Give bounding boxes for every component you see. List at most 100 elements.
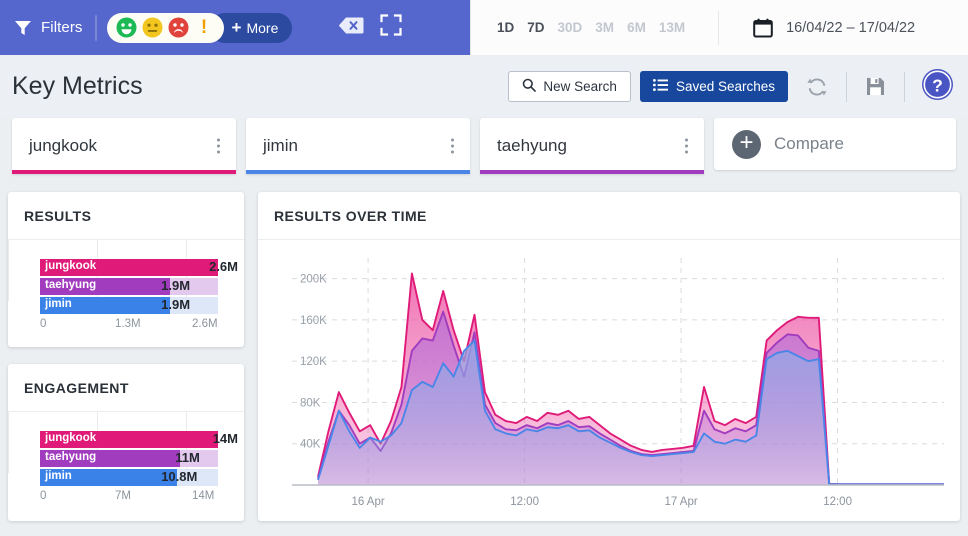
new-search-button[interactable]: New Search — [508, 71, 631, 102]
bar-row: jimin 1.9M — [40, 297, 244, 314]
bar-gridline — [8, 240, 9, 301]
calendar-icon — [753, 18, 773, 38]
bar-gridline — [8, 412, 9, 473]
range-7d[interactable]: 7D — [527, 20, 544, 35]
kebab-menu-icon[interactable] — [451, 138, 454, 154]
sentiment-filter-pill: ! — [106, 12, 224, 43]
bar-category-label: jimin — [45, 298, 72, 310]
range-6m[interactable]: 6M — [627, 20, 646, 35]
bar-axis-tick: 14M — [192, 490, 215, 502]
topbar-icon-group — [338, 14, 402, 41]
term-color-underline — [12, 170, 236, 174]
bar-value-label: 1.9M — [161, 297, 191, 312]
page-header: Key Metrics New Search Saved Searches ? — [0, 55, 968, 118]
fullscreen-icon[interactable] — [380, 14, 402, 41]
neutral-sentiment-icon[interactable] — [142, 17, 163, 38]
bar-axis-tick: 7M — [115, 490, 131, 502]
time-series-svg: 40K 80K 120K 160K 200K 16 Apr 12:00 17 Apr 12:00 — [292, 258, 944, 508]
results-over-time-title: RESULTS OVER TIME — [274, 208, 427, 224]
search-term-tab-jungkook[interactable]: jungkook — [12, 118, 236, 174]
bar-row: jungkook 2.6M — [40, 259, 244, 276]
range-13m[interactable]: 13M — [659, 20, 685, 35]
svg-text:?: ? — [932, 75, 943, 95]
bar-axis: 0 1.3M 2.6M — [40, 318, 218, 334]
search-icon — [522, 78, 537, 95]
bar-row: taehyung 11M — [40, 450, 244, 467]
date-range-picker[interactable]: 16/04/22 – 17/04/22 — [753, 18, 915, 38]
y-axis-tick-label: 80K — [300, 397, 321, 409]
date-range-panel: 1D 7D 30D 3M 6M 13M 16/04/22 – 17/04/22 — [470, 0, 968, 55]
x-axis-tick-label: 12:00 — [510, 496, 539, 508]
quick-range-group: 1D 7D 30D 3M 6M 13M — [471, 20, 685, 35]
engagement-card-title: ENGAGEMENT — [24, 380, 129, 396]
date-range-value: 16/04/22 – 17/04/22 — [786, 19, 916, 36]
y-axis-tick-label: 160K — [300, 315, 327, 327]
positive-sentiment-icon[interactable] — [116, 17, 137, 38]
x-axis-tick-label: 17 Apr — [664, 496, 697, 508]
y-axis-tick-label: 40K — [300, 439, 321, 451]
range-3m[interactable]: 3M — [595, 20, 614, 35]
bar-row: jimin 10.8M — [40, 469, 244, 486]
floppy-save-icon[interactable] — [865, 76, 886, 97]
bar-value-label: 1.9M — [161, 278, 191, 293]
bar-axis-tick: 2.6M — [192, 318, 218, 330]
bar-value-label: 14M — [212, 431, 238, 446]
engagement-card: ENGAGEMENT jungkook 14M taehyung 11M jimin 10… — [8, 364, 244, 521]
list-icon — [652, 79, 668, 94]
bar-row: jungkook 14M — [40, 431, 244, 448]
compare-label: Compare — [774, 134, 844, 153]
header-actions: New Search Saved Searches ? — [508, 68, 954, 106]
help-question-icon[interactable]: ? — [921, 68, 954, 106]
funnel-icon — [14, 20, 32, 36]
kebab-menu-icon[interactable] — [217, 138, 220, 154]
more-label: More — [246, 19, 279, 36]
compare-button[interactable]: + Compare — [714, 118, 956, 170]
bar-category-label: jungkook — [45, 432, 97, 444]
alert-sentiment-icon[interactable]: ! — [194, 17, 215, 38]
bar-value-label: 2.6M — [209, 259, 238, 274]
saved-searches-button[interactable]: Saved Searches — [639, 71, 788, 102]
top-filter-bar: Filters ! + More 1D 7D 30D 3M 6M 13M 16/… — [0, 0, 968, 55]
search-term-label: jungkook — [29, 136, 98, 155]
y-axis-tick-label: 120K — [300, 356, 327, 368]
bar-axis-tick: 0 — [40, 318, 47, 330]
range-1d[interactable]: 1D — [497, 20, 514, 35]
bar-axis-tick: 1.3M — [115, 318, 141, 330]
x-axis-tick-label: 16 Apr — [351, 496, 384, 508]
filters-label: Filters — [41, 19, 83, 36]
results-over-time-plot: 40K 80K 120K 160K 200K 16 Apr 12:00 17 Apr 12:00 — [258, 240, 960, 525]
results-bar-chart: jungkook 2.6M taehyung 1.9M jimin 1.9M 0 1.3M 2.… — [8, 240, 244, 334]
bar-axis: 0 7M 14M — [40, 490, 218, 506]
header-divider-2 — [904, 71, 905, 102]
refresh-icon[interactable] — [806, 76, 828, 98]
bar-row: taehyung 1.9M — [40, 278, 244, 295]
term-color-underline — [480, 170, 704, 174]
bar-value-label: 11M — [175, 450, 200, 465]
bar-axis-tick: 0 — [40, 490, 47, 502]
search-term-label: jimin — [263, 136, 298, 155]
results-card: RESULTS jungkook 2.6M taehyung 1.9M jimin 1.9… — [8, 192, 244, 347]
header-divider-1 — [846, 71, 847, 102]
engagement-bar-chart: jungkook 14M taehyung 11M jimin 10.8M 0 7M 14M — [8, 412, 244, 506]
plus-icon: + — [231, 18, 242, 37]
range-divider — [718, 10, 720, 45]
search-term-tab-taehyung[interactable]: taehyung — [480, 118, 704, 174]
kebab-menu-icon[interactable] — [685, 138, 688, 154]
bar-value-label: 10.8M — [161, 469, 198, 484]
search-term-tabs: jungkook jimin taehyung + Compare — [0, 118, 968, 174]
new-search-label: New Search — [543, 79, 617, 94]
search-term-label: taehyung — [497, 136, 567, 155]
clear-backspace-icon[interactable] — [338, 16, 364, 40]
bar-category-label: taehyung — [45, 451, 97, 463]
bar-category-label: jungkook — [45, 260, 97, 272]
negative-sentiment-icon[interactable] — [168, 17, 189, 38]
bar-category-label: jimin — [45, 470, 72, 482]
filters-group: Filters — [0, 19, 83, 36]
search-term-tab-jimin[interactable]: jimin — [246, 118, 470, 174]
bar-category-label: taehyung — [45, 279, 97, 291]
x-axis-tick-label: 12:00 — [823, 496, 852, 508]
toolbar-divider — [94, 14, 97, 41]
term-color-underline — [246, 170, 470, 174]
results-over-time-card: RESULTS OVER TIME 40K 80K 120K 160K 200K 16 A… — [258, 192, 960, 521]
range-30d[interactable]: 30D — [558, 20, 583, 35]
